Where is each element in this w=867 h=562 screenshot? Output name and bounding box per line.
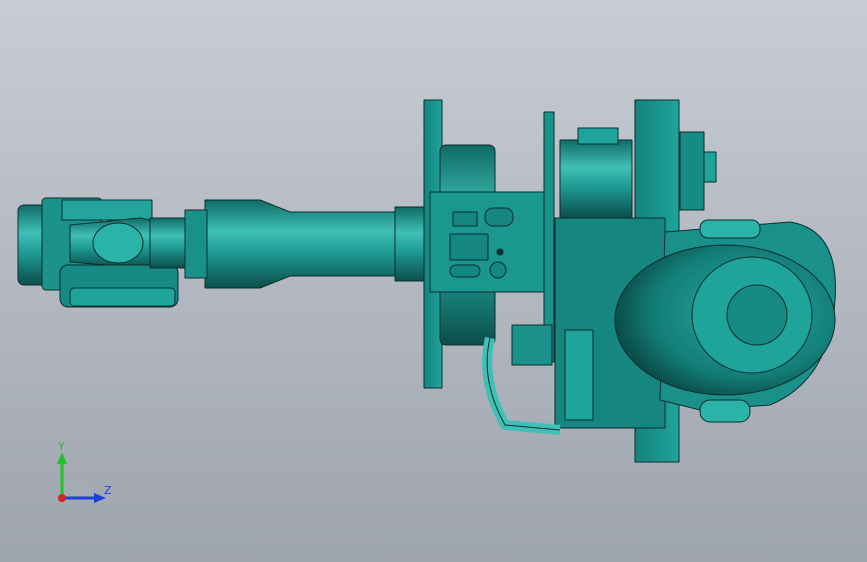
triad-quadrant <box>62 479 96 498</box>
coordinate-triad: Y Z <box>57 440 112 503</box>
forearm-tube <box>184 199 431 289</box>
robot-arm-model[interactable] <box>0 0 867 562</box>
origin-marker <box>58 494 66 502</box>
y-axis-label: Y <box>57 440 65 453</box>
wrist-assembly <box>17 197 196 308</box>
y-axis-arrow <box>57 452 67 464</box>
cad-3d-viewport[interactable]: Y Z <box>0 0 867 562</box>
z-axis-label: Z <box>104 484 112 497</box>
